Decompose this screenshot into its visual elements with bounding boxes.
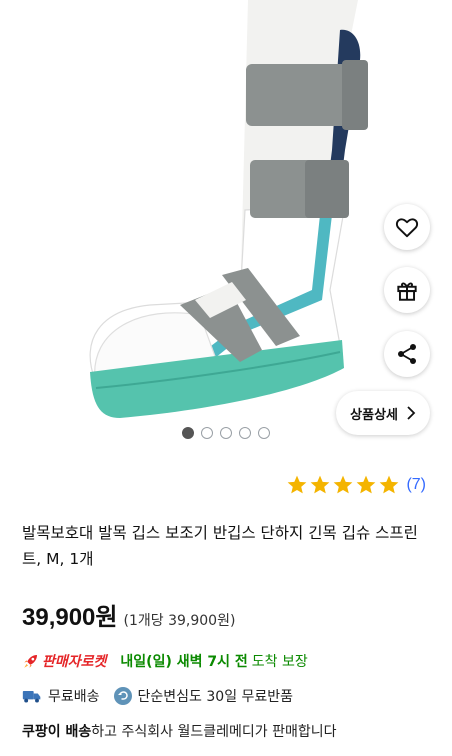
pagination-dot[interactable] (258, 427, 270, 439)
rocket-delivery-row: 판매자로켓 내일(일) 새벽 7시 전 도착 보장 (22, 651, 308, 671)
seller-info: 쿠팡이 배송하고 주식회사 월드클레메디가 판매합니다 (22, 721, 336, 741)
pagination-dot[interactable] (239, 427, 251, 439)
delivery-guarantee: 도착 보장 (251, 654, 308, 670)
seller-strong-label: 쿠팡이 배송 (22, 724, 92, 740)
chevron-right-icon (407, 406, 416, 420)
star-icon (288, 475, 307, 494)
return-icon (113, 687, 132, 705)
pagination-dot[interactable] (220, 427, 232, 439)
return-policy-label: 단순변심도 30일 무료반품 (137, 689, 294, 705)
wishlist-button[interactable] (384, 204, 430, 250)
shipping-row: 무료배송 단순변심도 30일 무료반품 (22, 686, 293, 706)
free-shipping-label: 무료배송 (48, 689, 100, 705)
pagination-dot[interactable] (182, 427, 194, 439)
gift-button[interactable] (384, 267, 430, 313)
delivery-date: 내일(일) 새벽 7시 전 (120, 654, 248, 670)
heart-icon (395, 218, 419, 238)
star-icon (311, 475, 330, 494)
share-icon (398, 344, 416, 364)
price-row: 39,900원 (1개당 39,900원) (22, 597, 235, 632)
truck-icon (22, 686, 42, 706)
gift-icon (397, 282, 417, 301)
product-price: 39,900원 (22, 604, 118, 631)
share-button[interactable] (384, 331, 430, 377)
rocket-icon (24, 655, 37, 668)
star-icon (380, 475, 399, 494)
seller-label[interactable]: 하고 주식회사 월드클레메디가 판매합니다 (91, 724, 336, 740)
product-image-gallery[interactable]: 상품상세 (0, 0, 452, 456)
star-icon (334, 475, 353, 494)
gallery-pagination (0, 427, 452, 439)
product-detail-label: 상품상세 (350, 407, 398, 423)
product-title: 발목보호대 발목 깁스 보조기 반깁스 단하지 긴목 깁슈 스프린트, M, 1… (22, 524, 418, 568)
product-rating[interactable]: (7) (286, 474, 426, 496)
unit-price: (1개당 39,900원) (123, 613, 236, 629)
pagination-dot[interactable] (201, 427, 213, 439)
review-count-link[interactable]: (7) (406, 476, 426, 494)
rocket-badge: 판매자로켓 (42, 654, 107, 670)
star-icon (357, 475, 376, 494)
